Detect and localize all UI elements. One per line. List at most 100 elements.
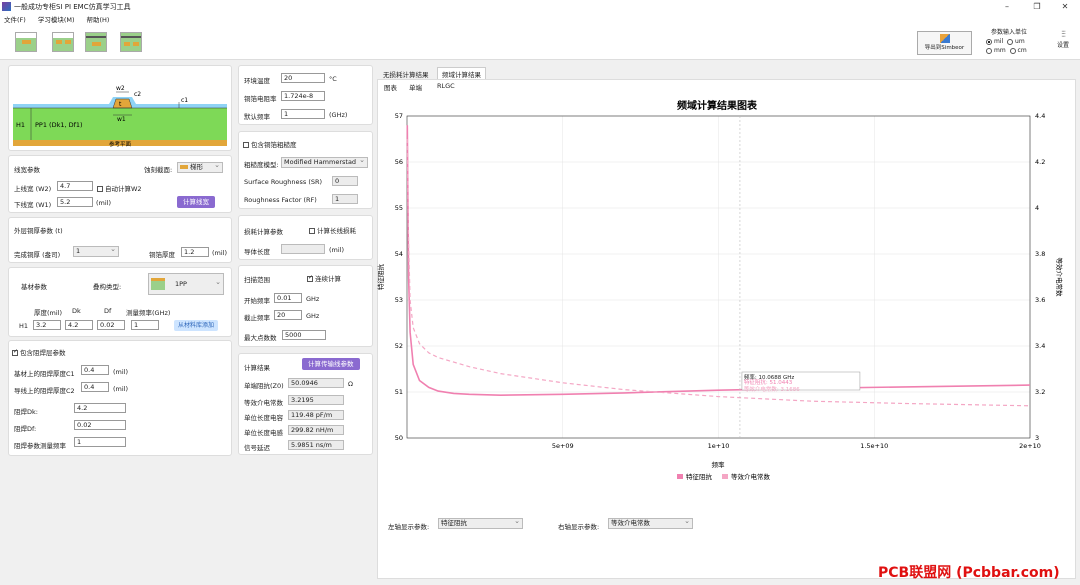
left-axis-select[interactable]: 特征阻抗 (438, 517, 523, 529)
y2-axis-label: 等效介电常数 (1055, 258, 1064, 298)
hover-annotation: 频率: 10.0688 GHz特征阻抗: 51.0443等效介电常数: 3.16… (739, 116, 861, 438)
unit-um-radio[interactable] (1007, 38, 1014, 45)
start-freq-input[interactable]: 0.01 (274, 293, 302, 303)
solder-freq-input[interactable]: 1 (74, 437, 126, 447)
copper-thickness-input[interactable]: 1.2 (181, 247, 209, 257)
h1-df-input[interactable]: 0.02 (97, 320, 125, 330)
x-tick-label: 1e+10 (708, 442, 730, 450)
h1-freq-input[interactable]: 1 (131, 320, 159, 330)
app-icon (2, 2, 11, 11)
pp-label: PP1 (Dk1, Df1) (35, 121, 83, 129)
settings-button[interactable]: ⫶⫶⫶ 设置 (1052, 30, 1074, 58)
copper-panel: 外层铜厚参数 (t) 完成铜厚 (盎司) 1 铜箔厚度 1.2 (mil) (8, 217, 232, 263)
c1-input[interactable]: 0.4 (81, 365, 109, 375)
y-tick-label: 50 (395, 434, 403, 442)
window-title: 一般成功专柜SI PI EMC仿真学习工具 (14, 2, 131, 11)
menu-help[interactable]: 帮助(H) (87, 14, 110, 24)
unit-mm-radio[interactable] (986, 47, 992, 54)
rf-input[interactable]: 1 (332, 194, 358, 204)
stackup-icon (151, 278, 165, 290)
watermark: PCB联盟网 (Pcbbar.com) (878, 565, 1060, 581)
env-panel: 环境温度 20 °C 铜箔电阻率 1.724e-8 默认频率 1 (GHz) (238, 65, 373, 125)
simbeor-icon (939, 34, 950, 43)
calc-line-width-button[interactable]: 计算线宽 (177, 196, 215, 208)
stripline-button[interactable] (85, 32, 107, 52)
sweep-panel: 扫描范围 连续计算 开始频率 0.01 GHz 截止频率 20 GHz 最大点数… (238, 265, 373, 347)
maximize-icon[interactable]: ❐ (1022, 0, 1052, 13)
x-tick-label: 5e+09 (552, 442, 574, 450)
er-value: 3.2195 (288, 395, 344, 405)
capacitance-value: 119.48 pF/m (288, 410, 344, 420)
y2-tick-label: 3.4 (1035, 342, 1045, 350)
y2-tick-label: 4.4 (1035, 112, 1045, 120)
stackup-select[interactable]: 1PP (148, 272, 224, 295)
w1-input[interactable]: 5.2 (57, 197, 93, 207)
solder-dk-input[interactable]: 4.2 (74, 403, 126, 413)
inductance-value: 299.82 nH/m (288, 425, 344, 435)
microstrip-button[interactable] (15, 32, 37, 52)
default-freq-input[interactable]: 1 (281, 109, 325, 119)
w2-input[interactable]: 4.7 (57, 181, 93, 191)
etch-shape-select[interactable]: 梯形 (177, 161, 223, 173)
roughness-model-select[interactable]: Modified Hammerstad (281, 156, 368, 168)
subtab-rlgc[interactable]: RLGC (433, 81, 459, 91)
c2-label: c2 (134, 91, 141, 98)
y2-tick-label: 4.2 (1035, 158, 1045, 166)
coupled-stripline-button[interactable] (120, 32, 142, 52)
legend-label-er: 等效介电常数 (731, 472, 771, 481)
right-axis-select[interactable]: 等效介电常数 (608, 517, 693, 529)
h1-dk-input[interactable]: 4.2 (65, 320, 93, 330)
z0-value: 50.0946 (288, 378, 344, 388)
y2-tick-label: 4 (1035, 204, 1039, 212)
max-points-input[interactable]: 5000 (282, 330, 326, 340)
stop-freq-input[interactable]: 20 (274, 310, 302, 320)
h1-thickness-input[interactable]: 3.2 (33, 320, 61, 330)
auto-w2-checkbox[interactable] (97, 186, 103, 192)
temperature-input[interactable]: 20 (281, 73, 325, 83)
unit-mil-radio[interactable] (986, 38, 992, 45)
y2-tick-label: 3.8 (1035, 250, 1045, 258)
y-tick-label: 51 (395, 388, 403, 396)
cross-section-diagram: w2 t c2 c1 w1 H1 PP1 (Dk1, Df1) 参考平面 (13, 85, 227, 148)
y2-tick-label: 3.2 (1035, 388, 1045, 396)
solder-mask-checkbox[interactable] (12, 348, 18, 356)
export-simbeor-button[interactable]: 导出到Simbeor (917, 31, 972, 55)
x-tick-label: 1.5e+10 (860, 442, 888, 450)
w1-label: w1 (117, 116, 126, 123)
long-loss-checkbox[interactable] (309, 228, 315, 234)
sr-input[interactable]: 0 (332, 176, 358, 186)
coupled-microstrip-button[interactable] (52, 32, 74, 52)
chart-ticks: 5e+09 1e+10 1.5e+10 2e+10 50 51 52 53 54 55 56 57 3 3… (395, 112, 1046, 450)
copper-weight-select[interactable]: 1 (73, 245, 119, 257)
conductor-length-input[interactable] (281, 244, 325, 254)
legend: 特征阻抗 等效介电常数 (677, 472, 771, 481)
y-tick-label: 57 (395, 112, 403, 120)
close-icon[interactable]: ✕ (1050, 0, 1080, 13)
minimize-icon[interactable]: – (992, 0, 1022, 13)
y2-tick-label: 3 (1035, 434, 1039, 442)
resistivity-input[interactable]: 1.724e-8 (281, 91, 325, 101)
y-tick-label: 54 (395, 250, 403, 258)
annotation-line: 等效介电常数: 3.1686 (744, 385, 800, 393)
unit-cm-radio[interactable] (1009, 47, 1016, 54)
loss-panel: 损耗计算参数 计算长线损耗 导体长度 (mil) (238, 215, 373, 260)
line-width-panel: 线宽参数 蚀刻截面: 梯形 上线宽 (W2) 4.7 自动计算W2 下线宽 (W… (8, 155, 232, 213)
menu-file[interactable]: 文件(F) (4, 14, 26, 24)
menu-modules[interactable]: 学习模块(M) (38, 14, 75, 24)
calc-tl-params-button[interactable]: 计算传输线参数 (302, 358, 360, 370)
x-axis-label: 频率 (712, 460, 726, 469)
w2-label: w2 (116, 85, 125, 92)
c1-label: c1 (181, 97, 188, 104)
sliders-icon: ⫶⫶⫶ (1061, 30, 1066, 40)
c2-input[interactable]: 0.4 (81, 382, 109, 392)
h1-label: H1 (16, 121, 25, 129)
continuous-checkbox[interactable] (307, 274, 313, 282)
roughness-checkbox[interactable] (243, 142, 249, 148)
y-tick-label: 56 (395, 158, 403, 166)
y-tick-label: 55 (395, 204, 403, 212)
legend-swatch-z0 (677, 474, 683, 479)
add-from-library-button[interactable]: 从材料库添加 (174, 320, 219, 331)
unit-selector: 参数输入单位 mil um mm cm (986, 27, 1046, 59)
legend-label-z0: 特征阻抗 (686, 472, 713, 481)
solder-df-input[interactable]: 0.02 (74, 420, 126, 430)
